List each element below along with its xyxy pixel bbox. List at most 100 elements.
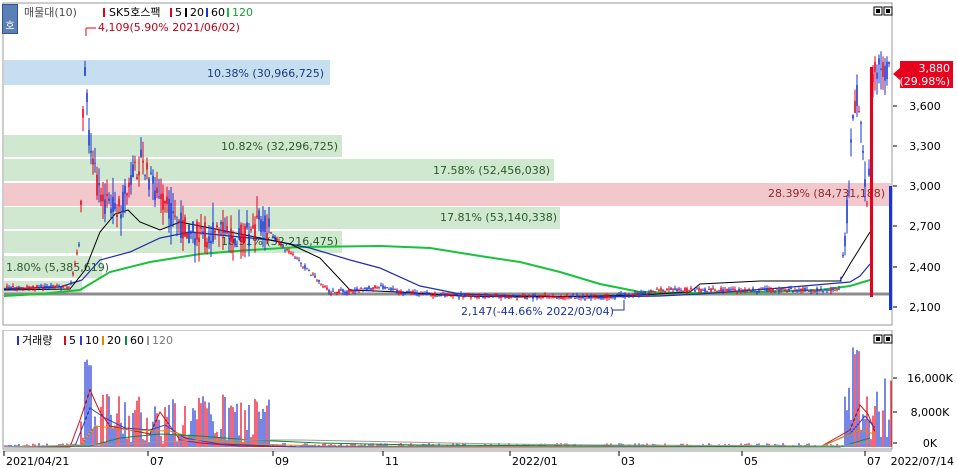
candle-body [740, 290, 742, 292]
candle-body [702, 289, 704, 291]
candle-body [190, 232, 192, 234]
candle-body [86, 92, 88, 103]
candle-body [344, 291, 346, 293]
candle-body [468, 294, 470, 297]
candle-body [494, 294, 496, 296]
candle-body [850, 139, 852, 143]
candle-body [814, 290, 816, 292]
vp-label-4: 28.39% (84,731,188) [768, 187, 885, 200]
candle-body [360, 288, 362, 290]
candle-body [224, 230, 226, 233]
candle-body [428, 292, 430, 294]
candle-body [884, 65, 886, 81]
candle-body [78, 244, 80, 246]
candle-body [16, 286, 18, 289]
volume-bar [148, 442, 150, 447]
candle-body [718, 290, 720, 292]
candle-body [442, 294, 444, 296]
candle-body [248, 233, 250, 247]
candle-body [188, 224, 190, 243]
candle-body [58, 285, 60, 288]
candle-body [264, 215, 266, 233]
candle-body [530, 295, 532, 297]
candle-body [440, 294, 442, 297]
candle-body [858, 110, 860, 112]
current-price-badge: 3,880 (29.98%) [893, 61, 953, 88]
candle-body [178, 220, 180, 223]
candle-body [32, 286, 34, 289]
candle-body [846, 199, 848, 224]
y-tick: 3,600 [909, 100, 941, 113]
y-tick: 2,100 [909, 301, 941, 314]
candle-body [446, 293, 448, 295]
candle-body [292, 253, 294, 255]
candle-body [728, 288, 730, 292]
candle-body [798, 289, 800, 291]
volume-bar [244, 410, 246, 447]
candle-body [310, 274, 312, 276]
candle-body [196, 221, 198, 240]
legend-ma5: 5 [175, 6, 182, 19]
candle-body [776, 288, 778, 290]
candle-body [386, 287, 388, 289]
volume-chart-panel[interactable]: 거래량 5 10 20 60 120 16,000K 8,000K 0K [0, 330, 957, 452]
candle-body [708, 289, 710, 291]
candle-body [130, 175, 132, 185]
volume-bar [80, 421, 82, 447]
price-chart-panel[interactable]: 10.38% (30,966,725) 10.82% (32,296,725) … [0, 0, 957, 330]
candle-body [450, 295, 452, 297]
candle-body [322, 286, 324, 288]
candle-body [736, 291, 738, 293]
candle-body [548, 296, 550, 298]
candle-body [722, 289, 724, 292]
candle-body [378, 286, 380, 288]
x-axis: 2021/04/21 07 09 11 2022/01 03 05 07 202… [3, 450, 954, 468]
candle-body [126, 193, 128, 196]
candle-body [810, 290, 812, 292]
candle-body [770, 289, 772, 291]
volume-bar [176, 441, 178, 447]
candle-body [72, 272, 74, 275]
candle-body [670, 288, 672, 290]
candle-body [288, 251, 290, 253]
candle-body [76, 252, 78, 254]
candle-body [750, 290, 752, 292]
candle-body [356, 288, 358, 292]
candle-body [226, 225, 228, 234]
candle-body [218, 229, 220, 234]
candle-body [262, 221, 264, 232]
candle-body [266, 232, 268, 241]
candle-body [734, 289, 736, 291]
candle-body [882, 62, 884, 77]
candle-body [370, 288, 372, 290]
candle-body [782, 288, 784, 290]
candle-body [418, 294, 420, 296]
candle-body [332, 290, 334, 292]
candle-body [614, 297, 616, 299]
candle-body [142, 160, 144, 163]
candle-body [166, 196, 168, 205]
volume-bar [94, 416, 96, 447]
candle-body [38, 287, 40, 289]
legend-stock-marker [103, 8, 105, 17]
candle-body [6, 286, 8, 288]
candle-body [584, 298, 586, 300]
volume-bar [162, 443, 164, 447]
candle-body [630, 295, 632, 297]
candle-body [454, 294, 456, 296]
candle-body [402, 292, 404, 295]
candle-body [330, 293, 332, 295]
volume-bar [172, 399, 174, 447]
candle-body [508, 297, 510, 299]
candle-body [424, 293, 426, 295]
candle-body [642, 292, 644, 295]
candle-body [390, 288, 392, 291]
candle-body [56, 285, 58, 287]
candle-body [138, 171, 140, 176]
legend-ma60: 60 [211, 6, 225, 19]
candle-body [526, 298, 528, 300]
price-legend: 매물대(10) SK5호스팩 5 20 60 120 [24, 6, 253, 19]
candle-body [300, 262, 302, 264]
candle-body [690, 288, 692, 290]
candle-body [74, 263, 76, 266]
